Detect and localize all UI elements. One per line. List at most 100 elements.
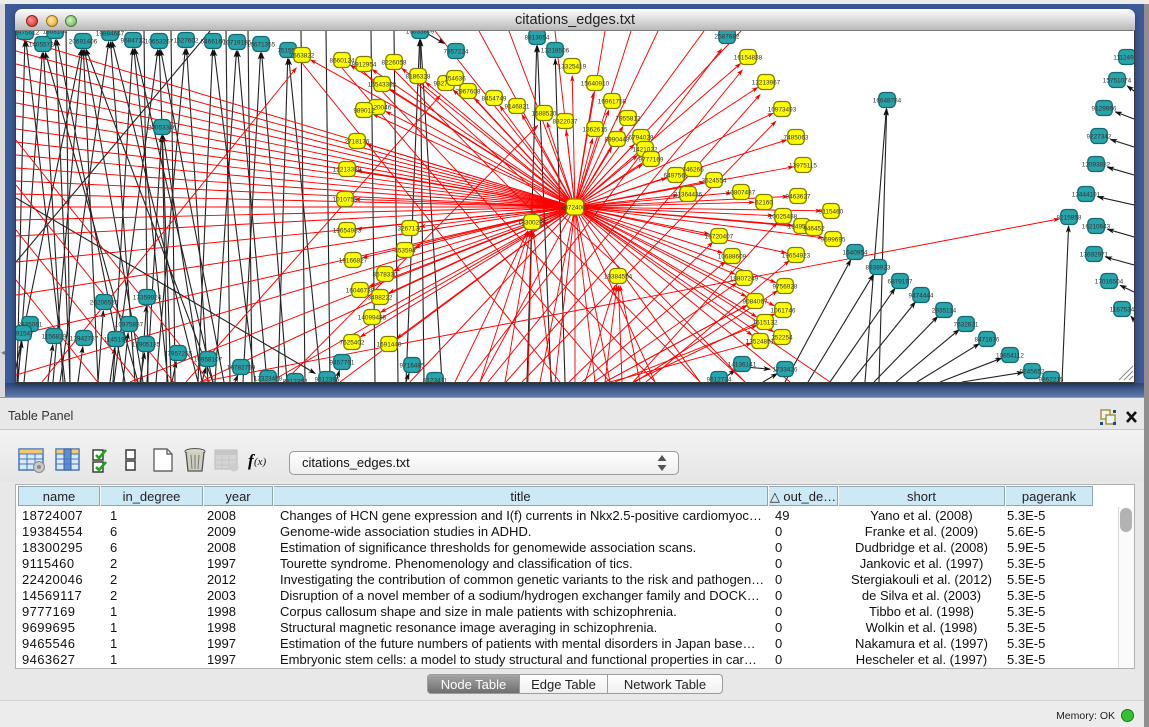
svg-text:946452: 946452 [803,225,825,232]
svg-text:17957255: 17957255 [164,350,193,357]
svg-text:2967608: 2967608 [456,88,481,95]
svg-text:8813054: 8813054 [525,34,550,41]
svg-text:20691406: 20691406 [69,38,98,45]
svg-text:14055724: 14055724 [29,41,58,48]
svg-text:8812354: 8812354 [283,378,308,385]
svg-text:8322037: 8322037 [553,118,578,125]
svg-text:8215958: 8215958 [1057,214,1082,221]
svg-text:21364436: 21364436 [674,191,703,198]
svg-text:1362615: 1362615 [583,126,608,133]
svg-text:12942737: 12942737 [70,335,99,342]
svg-text:9362215: 9362215 [1039,376,1064,383]
svg-text:10958107: 10958107 [194,356,223,363]
svg-text:16210643: 16210643 [1082,223,1111,230]
svg-text:9457791: 9457791 [330,359,355,366]
svg-text:13325419: 13325419 [558,63,587,70]
svg-text:2718176: 2718176 [345,138,370,145]
svg-text:6794028: 6794028 [629,134,654,141]
svg-text:16961758: 16961758 [598,98,627,105]
svg-text:9115460: 9115460 [819,208,844,215]
svg-text:9227342: 9227342 [1087,133,1112,140]
svg-text:7663822: 7663822 [290,52,315,59]
svg-text:18807249: 18807249 [730,275,759,282]
svg-text:16154838: 16154838 [734,54,763,61]
svg-text:10653267: 10653267 [145,38,174,45]
svg-text:9777169: 9777169 [639,156,664,163]
svg-text:8938923: 8938923 [866,264,891,271]
svg-text:746266: 746266 [682,166,704,173]
svg-text:453594: 453594 [394,247,416,254]
svg-text:2935114: 2935114 [932,307,957,314]
svg-text:1010755: 1010755 [333,196,358,203]
svg-text:9084067: 9084067 [743,298,768,305]
svg-text:1145194: 1145194 [104,336,129,343]
svg-text:10688609: 10688609 [718,253,747,260]
svg-text:15751074: 15751074 [1103,77,1132,84]
svg-text:(x): (x) [254,456,267,468]
svg-text:1061746: 1061746 [771,307,796,314]
svg-text:2587682: 2587682 [715,33,740,40]
svg-text:9129966: 9129966 [1092,105,1117,112]
svg-text:20053346: 20053346 [148,124,177,131]
svg-text:8990448: 8990448 [605,136,630,143]
svg-text:17359924: 17359924 [133,294,162,301]
svg-text:15720407: 15720407 [705,233,734,240]
svg-text:13692971: 13692971 [1080,251,1109,258]
svg-text:1733426: 1733426 [773,366,798,373]
svg-text:10973493: 10973493 [768,106,797,113]
svg-text:19654923: 19654923 [782,252,811,259]
svg-text:10975887: 10975887 [115,321,144,328]
svg-text:1588520: 1588520 [532,110,557,117]
svg-text:17016504: 17016504 [1095,278,1124,285]
svg-text:9245652: 9245652 [1020,368,1045,375]
svg-text:9146821: 9146821 [505,103,530,110]
svg-text:12905135: 12905135 [132,341,161,348]
svg-text:16543382: 16543382 [368,81,397,88]
svg-text:8471676: 8471676 [975,336,1000,343]
svg-text:10025488: 10025488 [769,213,798,220]
svg-text:1167534: 1167534 [1110,306,1135,313]
svg-text:12444191: 12444191 [1072,191,1101,198]
svg-text:9474444: 9474444 [909,292,934,299]
svg-text:8123411: 8123411 [423,377,448,384]
svg-text:7625402: 7625402 [340,339,365,346]
svg-text:14099488: 14099488 [358,314,387,321]
svg-text:16648784: 16648784 [873,97,902,104]
svg-text:11124938: 11124938 [1113,54,1141,61]
svg-text:6879197: 6879197 [888,278,913,285]
svg-text:18300295: 18300295 [518,219,547,226]
svg-text:7857224: 7857224 [444,48,469,55]
svg-text:9684712: 9684712 [121,37,146,44]
svg-text:9716485: 9716485 [400,362,425,369]
svg-text:16046738: 16046738 [346,287,375,294]
svg-text:391547: 391547 [12,330,34,337]
svg-text:12093832: 12093832 [1082,161,1111,168]
svg-text:989012: 989012 [353,107,375,114]
svg-text:12213389: 12213389 [333,166,362,173]
svg-text:7632621: 7632621 [954,321,979,328]
svg-text:8578330: 8578330 [373,271,398,278]
svg-text:19166827: 19166827 [339,257,368,264]
svg-text:13218506: 13218506 [541,47,570,54]
svg-text:154636: 154636 [444,75,466,82]
svg-text:9463627: 9463627 [786,193,811,200]
svg-text:15640910: 15640910 [581,80,610,87]
svg-text:62160: 62160 [755,199,773,206]
svg-text:16671355: 16671355 [247,41,276,48]
svg-text:12213967: 12213967 [752,79,781,86]
svg-text:1527602: 1527602 [174,37,199,44]
svg-text:9612385: 9612385 [315,376,340,383]
svg-text:9612734: 9612734 [707,376,732,383]
svg-text:9699695: 9699695 [821,236,846,243]
svg-text:19384554: 19384554 [604,273,633,280]
svg-text:13524851: 13524851 [746,338,775,345]
svg-text:1640954: 1640954 [843,249,868,256]
svg-text:9756928: 9756928 [773,283,798,290]
svg-text:13975115: 13975115 [789,162,817,169]
svg-text:3624554: 3624554 [702,177,727,184]
svg-text:8454749: 8454749 [482,95,507,102]
svg-text:1691440: 1691440 [377,341,402,348]
svg-text:19884647: 19884647 [96,30,125,37]
svg-text:14136141: 14136141 [728,361,757,368]
svg-text:7485063: 7485063 [784,134,809,141]
